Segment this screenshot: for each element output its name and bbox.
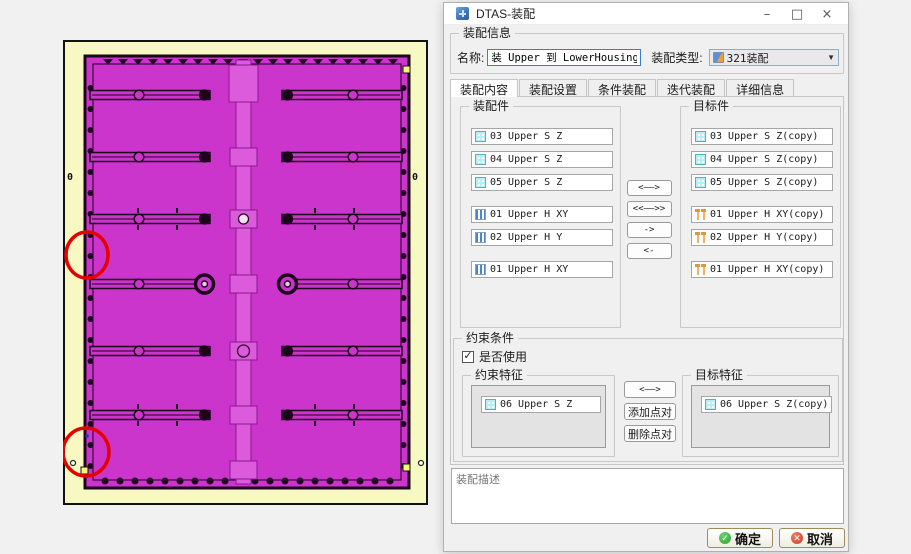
assembly-description-input[interactable] (451, 468, 844, 524)
cancel-button[interactable]: ✕ 取消 (779, 528, 845, 548)
tab-conditional-assembly[interactable]: 条件装配 (588, 79, 657, 97)
assembly-part-item[interactable]: 04 Upper S Z (471, 151, 613, 168)
use-constraint-row[interactable]: ✓ 是否使用 (462, 348, 842, 365)
sz-feature-icon (475, 177, 486, 188)
use-constraint-checkbox[interactable]: ✓ (462, 350, 474, 363)
datum-point (69, 459, 77, 467)
dialog-title: DTAS-装配 (476, 7, 536, 21)
constraint-feature-item[interactable]: 06 Upper S Z (481, 396, 601, 413)
move-left-button[interactable]: <- (626, 243, 672, 259)
sz-feature-icon (475, 131, 486, 142)
assembly-part-item[interactable]: 01 Upper H XY (471, 206, 613, 223)
target-part-item[interactable]: 02 Upper H Y(copy) (691, 229, 833, 246)
target-part-item[interactable]: 01 Upper H XY(copy) (691, 261, 833, 278)
sz-feature-icon (485, 399, 496, 410)
assembly-type-icon (712, 52, 724, 63)
assembly-info-label: 装配信息 (459, 26, 516, 40)
assembly-name-input[interactable] (487, 49, 642, 66)
assembly-part-item[interactable]: 01 Upper H XY (471, 261, 613, 278)
dialog-titlebar[interactable]: DTAS-装配 – □ × (444, 3, 848, 25)
target-features-group: 目标特征 06 Upper S Z(copy) (682, 368, 839, 457)
name-label: 名称: (457, 51, 485, 65)
remove-pair-button[interactable]: 删除点对 (624, 425, 676, 442)
target-parts-label: 目标件 (689, 99, 734, 113)
cad-canvas: 0 0 (63, 40, 428, 505)
hole-feature-icon (475, 264, 486, 275)
dtas-app-icon (456, 7, 469, 20)
transfer-buttons: <——> <<——>> -> <- (626, 180, 672, 259)
assembly-type-value: 321装配 (726, 51, 769, 65)
assembly-info-group: 装配信息 名称: 装配类型: 321装配 ▼ (450, 26, 844, 74)
assembly-type-select[interactable]: 321装配 ▼ (708, 49, 839, 66)
chevron-down-icon: ▼ (827, 53, 835, 62)
corner-marker (402, 65, 411, 74)
sz-feature-icon (475, 154, 486, 165)
target-feature-item[interactable]: 06 Upper S Z(copy) (701, 396, 832, 413)
map-pair-button[interactable]: <——> (626, 180, 672, 196)
constraint-features-group: 约束特征 06 Upper S Z (462, 368, 615, 457)
target-parts-group: 目标件 03 Upper S Z(copy) 04 Upper S Z(copy… (680, 99, 841, 328)
constraint-features-list: 06 Upper S Z (471, 385, 606, 448)
cad-viewport[interactable]: 0 0 (63, 40, 428, 505)
assembly-content-panel: 装配件 03 Upper S Z 04 Upper S Z 05 Upper S… (450, 96, 844, 465)
pin-feature-icon (695, 209, 706, 220)
zero-label-left: 0 (67, 172, 73, 183)
sz-feature-icon (695, 154, 706, 165)
datum-point (85, 434, 89, 438)
target-part-item[interactable]: 01 Upper H XY(copy) (691, 206, 833, 223)
maximize-button[interactable]: □ (782, 3, 812, 25)
sz-feature-icon (695, 177, 706, 188)
hole-feature-icon (475, 232, 486, 243)
target-part-item[interactable]: 05 Upper S Z(copy) (691, 174, 833, 191)
add-pair-button[interactable]: 添加点对 (624, 403, 676, 420)
type-label: 装配类型: (651, 51, 703, 65)
sz-feature-icon (695, 131, 706, 142)
move-right-button[interactable]: -> (626, 222, 672, 238)
constraint-features-label: 约束特征 (471, 368, 528, 382)
cancel-x-icon: ✕ (790, 532, 803, 544)
datum-point (417, 459, 425, 467)
pin-feature-icon (695, 264, 706, 275)
sz-feature-icon (705, 399, 716, 410)
assembly-part-item[interactable]: 03 Upper S Z (471, 128, 613, 145)
target-part-item[interactable]: 03 Upper S Z(copy) (691, 128, 833, 145)
assembly-parts-group: 装配件 03 Upper S Z 04 Upper S Z 05 Upper S… (460, 99, 621, 328)
ok-check-icon: ✓ (718, 532, 731, 544)
hole-feature-icon (475, 209, 486, 220)
pin-feature-icon (695, 232, 706, 243)
map-all-button[interactable]: <<——>> (626, 201, 672, 217)
target-features-list: 06 Upper S Z(copy) (691, 385, 832, 448)
pair-map-button[interactable]: <——> (624, 381, 676, 398)
close-button[interactable]: × (812, 3, 842, 25)
assembly-part-item[interactable]: 05 Upper S Z (471, 174, 613, 191)
screen: { "window": { "title": "DTAS-装配", "contr… (0, 0, 911, 554)
assembly-dialog: DTAS-装配 – □ × 装配信息 名称: 装配类型: 321装配 ▼ 装配内… (443, 2, 849, 552)
assembly-parts-label: 装配件 (469, 99, 514, 113)
tab-details[interactable]: 详细信息 (726, 79, 795, 97)
tab-assembly-settings[interactable]: 装配设置 (519, 79, 588, 97)
target-features-label: 目标特征 (691, 368, 748, 382)
constraint-group: 约束条件 ✓ 是否使用 约束特征 06 Upper S Z <——> 添加点对 … (453, 331, 843, 462)
tab-iterative-assembly[interactable]: 迭代装配 (657, 79, 726, 97)
corner-marker (80, 466, 89, 475)
assembly-part-item[interactable]: 02 Upper H Y (471, 229, 613, 246)
ok-button[interactable]: ✓ 确定 (707, 528, 773, 548)
tab-assembly-content[interactable]: 装配内容 (450, 79, 519, 97)
constraint-group-label: 约束条件 (462, 331, 519, 345)
pair-buttons: <——> 添加点对 删除点对 (623, 381, 677, 442)
tab-bar: 装配内容 装配设置 条件装配 迭代装配 详细信息 (450, 79, 795, 97)
target-part-item[interactable]: 04 Upper S Z(copy) (691, 151, 833, 168)
zero-label-right: 0 (412, 172, 418, 183)
corner-marker (402, 463, 411, 472)
minimize-button[interactable]: – (752, 3, 782, 25)
use-constraint-label: 是否使用 (479, 350, 528, 364)
